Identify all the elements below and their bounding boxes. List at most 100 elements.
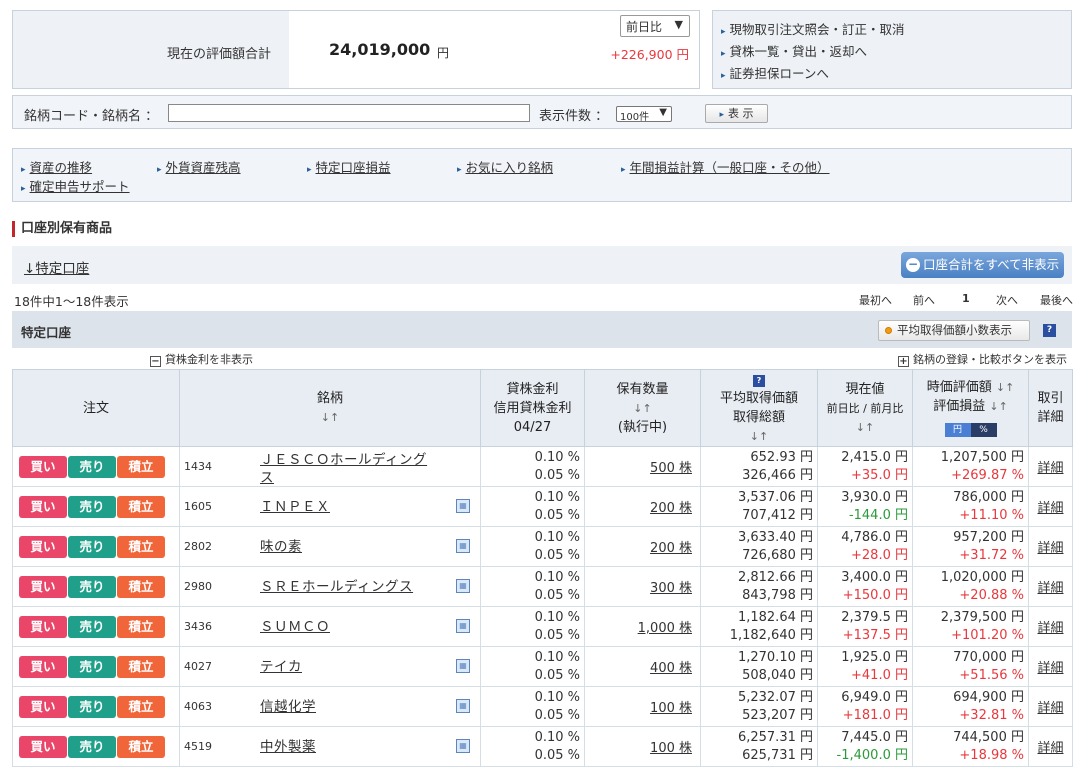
buy-button[interactable]: 買い [19, 495, 67, 518]
calendar-icon[interactable]: ▦ [456, 499, 470, 513]
toggle-lending-rate[interactable]: − 貸株金利を非表示 [150, 351, 253, 367]
accumulate-button[interactable]: 積立 [117, 495, 165, 518]
header-avg[interactable]: ? 平均取得価額 取得総額 ↓↑ [700, 369, 818, 447]
unit-toggle: 円% [944, 419, 997, 438]
valuation-change: +226,900 円 [610, 47, 689, 62]
header-qty[interactable]: 保有数量 ↓↑ (執行中) [584, 369, 701, 447]
stock-cell: 2802 味の素 ▦ [179, 526, 481, 567]
account-anchor-link[interactable]: ↓特定口座 [24, 257, 89, 277]
detail-link[interactable]: 詳細 [1028, 646, 1073, 687]
valuation-summary: 現在の評価額合計 24,019,000 円 前日比 ▼ +226,900 円 [12, 10, 700, 89]
holding-qty[interactable]: 500 株 [584, 446, 701, 487]
sell-button[interactable]: 売り [68, 695, 116, 718]
calendar-icon[interactable]: ▦ [456, 539, 470, 553]
avg-decimal-button[interactable]: 平均取得価額小数表示 [878, 320, 1030, 341]
sell-button[interactable]: 売り [68, 615, 116, 638]
detail-link[interactable]: 詳細 [1028, 726, 1073, 767]
buy-button[interactable]: 買い [19, 695, 67, 718]
detail-link[interactable]: 詳細 [1028, 446, 1073, 487]
buy-button[interactable]: 買い [19, 535, 67, 558]
link-tokutei-pl[interactable]: ▸ 特定口座損益 [307, 157, 391, 176]
quick-link-orders[interactable]: ▸ 現物取引注文照会・訂正・取消 [721, 20, 1071, 42]
holding-qty[interactable]: 100 株 [584, 726, 701, 767]
holding-qty[interactable]: 1,000 株 [584, 606, 701, 647]
toggle-compare-buttons[interactable]: + 銘柄の登録・比較ボタンを表示 [898, 351, 1067, 367]
buy-button[interactable]: 買い [19, 655, 67, 678]
accumulate-button[interactable]: 積立 [117, 615, 165, 638]
sort-icon: ↓↑ [749, 430, 769, 443]
calendar-icon[interactable]: ▦ [456, 579, 470, 593]
unit-pct-button[interactable]: % [970, 423, 997, 437]
link-asset-history[interactable]: ▸ 資産の推移 [21, 157, 92, 176]
stock-name-link[interactable]: ＩＮＰＥＸ [260, 498, 435, 516]
stock-name-link[interactable]: 中外製薬 [260, 738, 435, 756]
count-select[interactable]: 100件 ▼ [616, 106, 672, 123]
pager-prev[interactable]: 前へ [913, 292, 935, 308]
link-tax-return[interactable]: ▸ 確定申告サポート [21, 176, 130, 195]
buy-button[interactable]: 買い [19, 735, 67, 758]
unit-yen-button[interactable]: 円 [944, 423, 971, 437]
holding-qty[interactable]: 200 株 [584, 526, 701, 567]
pager-first[interactable]: 最初へ [859, 292, 892, 308]
stock-cell: 1434 ＪＥＳＣＯホールディングス [179, 446, 481, 487]
buy-button[interactable]: 買い [19, 615, 67, 638]
avg-cost: 3,537.06 円 707,412 円 [700, 486, 818, 527]
header-name[interactable]: 銘柄 ↓↑ [179, 369, 481, 447]
calendar-icon[interactable]: ▦ [456, 699, 470, 713]
sell-button[interactable]: 売り [68, 535, 116, 558]
holding-qty[interactable]: 200 株 [584, 486, 701, 527]
quick-link-lending[interactable]: ▸ 貸株一覧・貸出・返却へ [721, 42, 1071, 64]
stock-name-link[interactable]: 味の素 [260, 538, 435, 556]
stock-name-link[interactable]: ＳＲＥホールディングス [260, 578, 435, 596]
pager-next[interactable]: 次へ [996, 292, 1018, 308]
detail-link[interactable]: 詳細 [1028, 486, 1073, 527]
holding-qty[interactable]: 100 株 [584, 686, 701, 727]
stock-name-link[interactable]: テイカ [260, 658, 435, 676]
help-icon[interactable]: ? [1043, 324, 1056, 337]
pager-last[interactable]: 最後へ [1040, 292, 1073, 308]
holding-qty[interactable]: 300 株 [584, 566, 701, 607]
arrow-right-icon: ▸ [719, 110, 725, 120]
calendar-icon[interactable]: ▦ [456, 659, 470, 673]
calendar-icon[interactable]: ▦ [456, 619, 470, 633]
detail-link[interactable]: 詳細 [1028, 566, 1073, 607]
sell-button[interactable]: 売り [68, 575, 116, 598]
accumulate-button[interactable]: 積立 [117, 695, 165, 718]
accumulate-button[interactable]: 積立 [117, 455, 165, 478]
quick-links: ▸ 現物取引注文照会・訂正・取消 ▸ 貸株一覧・貸出・返却へ ▸ 証券担保ローンへ [712, 10, 1072, 89]
hide-all-totals-button[interactable]: − 口座合計をすべて非表示 [901, 252, 1064, 278]
sell-button[interactable]: 売り [68, 655, 116, 678]
header-eval[interactable]: 時価評価額 ↓↑ 評価損益 ↓↑ 円% [912, 369, 1029, 447]
stock-name-link[interactable]: ＪＥＳＣＯホールディングス [260, 451, 435, 487]
sell-button[interactable]: 売り [68, 495, 116, 518]
arrow-right-icon: ▸ [721, 27, 726, 37]
price-change: +41.0 円 [851, 667, 908, 683]
accumulate-button[interactable]: 積立 [117, 655, 165, 678]
detail-link[interactable]: 詳細 [1028, 686, 1073, 727]
link-annual-pl[interactable]: ▸ 年間損益計算（一般口座・その他） [621, 157, 830, 176]
stock-name-link[interactable]: ＳＵＭＣＯ [260, 618, 435, 636]
sell-button[interactable]: 売り [68, 735, 116, 758]
sell-button[interactable]: 売り [68, 455, 116, 478]
accumulate-button[interactable]: 積立 [117, 535, 165, 558]
calendar-icon[interactable]: ▦ [456, 739, 470, 753]
buy-button[interactable]: 買い [19, 455, 67, 478]
display-button[interactable]: ▸ 表 示 [705, 104, 768, 123]
link-foreign-assets[interactable]: ▸ 外貨資産残高 [157, 157, 241, 176]
holding-qty[interactable]: 400 株 [584, 646, 701, 687]
arrow-right-icon: ▸ [621, 165, 626, 175]
sort-icon: ↓↑ [320, 411, 340, 424]
header-price[interactable]: 現在値 前日比 / 前月比 ↓↑ [817, 369, 913, 447]
accumulate-button[interactable]: 積立 [117, 735, 165, 758]
quick-link-loan[interactable]: ▸ 証券担保ローンへ [721, 64, 1071, 86]
period-select[interactable]: 前日比 ▼ [620, 15, 690, 37]
buy-button[interactable]: 買い [19, 575, 67, 598]
table-row: 買い 売り 積立 2802 味の素 ▦ 0.10 % 0.05 % 200 株 3,6… [12, 526, 1073, 567]
detail-link[interactable]: 詳細 [1028, 526, 1073, 567]
detail-link[interactable]: 詳細 [1028, 606, 1073, 647]
code-search-input[interactable] [168, 104, 530, 122]
stock-name-link[interactable]: 信越化学 [260, 698, 435, 716]
link-favorites[interactable]: ▸ お気に入り銘柄 [457, 157, 553, 176]
market-value: 770,000 円 +51.56 % [912, 646, 1029, 687]
accumulate-button[interactable]: 積立 [117, 575, 165, 598]
